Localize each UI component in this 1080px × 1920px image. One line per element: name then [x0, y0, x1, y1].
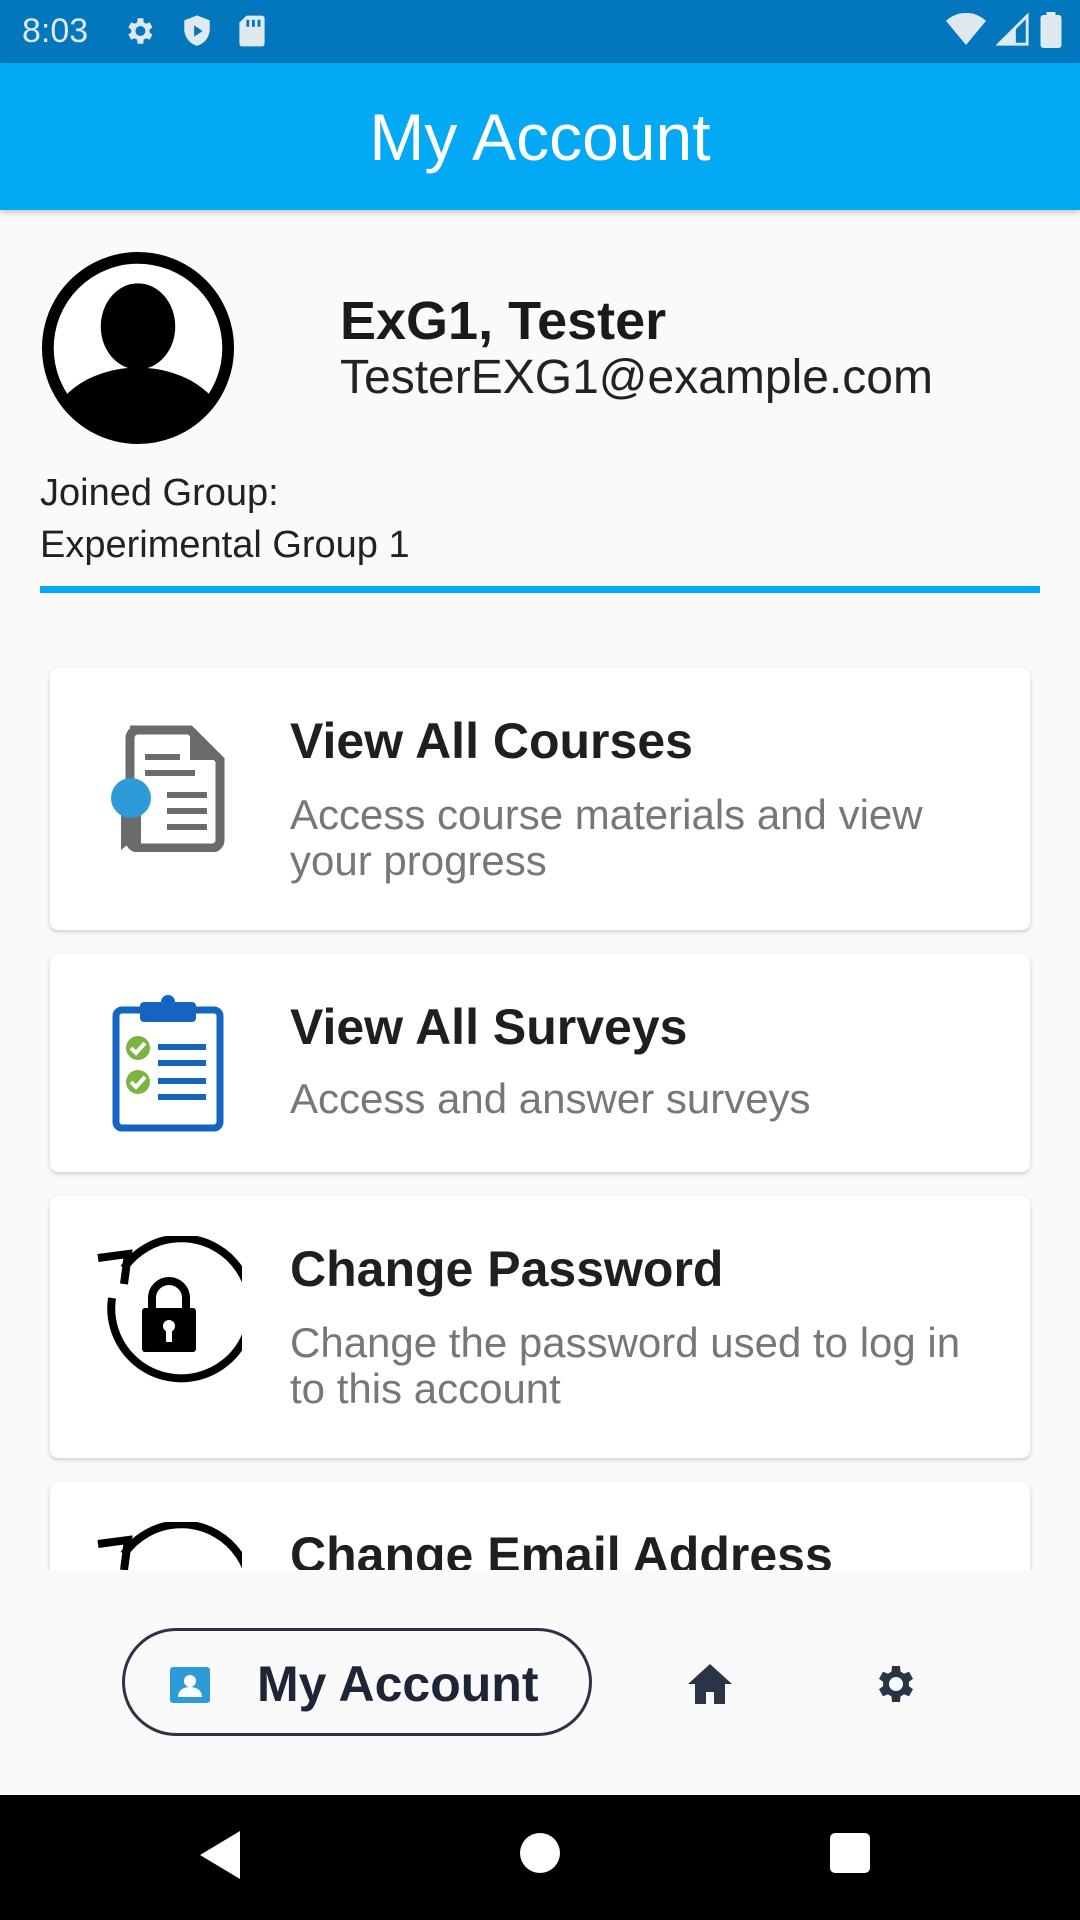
card-title: View All Courses	[290, 713, 693, 769]
user-email: TesterEXG1@example.com	[340, 351, 933, 404]
card-description: Access course materials and view your pr…	[290, 791, 923, 884]
change-email-address-card[interactable]: Change Email Address	[50, 1482, 1030, 1570]
status-icons-left	[122, 14, 266, 48]
page-title: My Account	[369, 100, 711, 174]
shield-icon	[184, 15, 210, 46]
sd-card-icon	[239, 15, 265, 47]
home-circle-icon[interactable]	[520, 1833, 560, 1873]
card-title: View All Surveys	[290, 999, 688, 1055]
change-password-card[interactable]: Change Password Change the password used…	[50, 1196, 1030, 1458]
status-time: 8:03	[22, 12, 89, 50]
status-icons-right	[946, 12, 1062, 48]
settings-icon[interactable]	[870, 1660, 918, 1708]
gear-icon	[128, 18, 153, 44]
card-title: Change Password	[290, 1241, 724, 1297]
user-name: ExG1, Tester	[340, 291, 667, 351]
card-description: Access and answer surveys	[290, 1075, 811, 1122]
account-options-list[interactable]: View All Courses Access course materials…	[0, 600, 1080, 1570]
email-reset-icon	[97, 1522, 242, 1570]
card-title: Change Email Address	[290, 1527, 833, 1570]
home-icon[interactable]	[686, 1662, 734, 1706]
recent-apps-icon[interactable]	[830, 1833, 870, 1873]
app-bar: My Account	[0, 63, 1080, 210]
system-navigation-bar	[0, 1795, 1080, 1920]
profile-section: ExG1, Tester TesterEXG1@example.com Join…	[0, 210, 1080, 600]
signal-icon	[996, 13, 1029, 46]
nav-my-account[interactable]: My Account	[122, 1628, 592, 1736]
lock-reset-icon	[97, 1236, 242, 1383]
account-icon	[170, 1667, 210, 1703]
status-bar: 8:03	[0, 0, 1080, 63]
joined-group-label: Joined Group:	[40, 472, 279, 514]
card-description: Change the password used to log in to th…	[290, 1319, 961, 1412]
clipboard-checklist-icon	[112, 995, 224, 1132]
course-certificate-icon	[111, 725, 225, 852]
back-icon[interactable]	[200, 1831, 244, 1879]
bottom-navigation: My Account	[0, 1570, 1080, 1795]
view-all-courses-card[interactable]: View All Courses Access course materials…	[50, 668, 1030, 930]
avatar	[41, 251, 235, 445]
joined-group-value: Experimental Group 1	[40, 524, 410, 566]
nav-my-account-label: My Account	[257, 1656, 539, 1712]
divider	[40, 586, 1040, 593]
view-all-surveys-card[interactable]: View All Surveys Access and answer surve…	[50, 954, 1030, 1172]
battery-icon	[1040, 12, 1062, 48]
wifi-icon	[946, 13, 986, 45]
